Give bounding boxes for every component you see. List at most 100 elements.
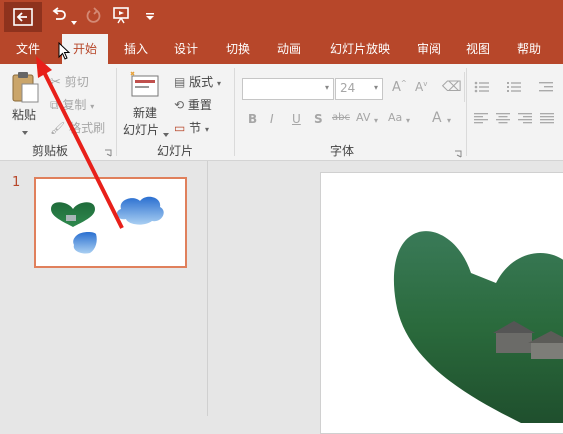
tab-file[interactable]: 文件 bbox=[6, 34, 50, 64]
paste-dropdown[interactable] bbox=[22, 124, 28, 138]
font-size-value: 24 bbox=[340, 81, 356, 95]
redo-button[interactable] bbox=[84, 6, 102, 29]
align-center-icon bbox=[496, 113, 510, 124]
chevron-down-icon bbox=[71, 21, 77, 25]
group-divider bbox=[234, 68, 235, 156]
justify-icon bbox=[540, 113, 554, 124]
present-from-start-icon bbox=[113, 7, 129, 24]
character-spacing-button[interactable]: AV bbox=[356, 111, 370, 124]
dialog-launcher-icon bbox=[455, 150, 462, 158]
clipboard-dialog-launcher[interactable] bbox=[104, 146, 112, 160]
tab-review[interactable]: 审阅 bbox=[407, 34, 451, 64]
reset-label: 重置 bbox=[187, 98, 212, 112]
chevron-down-icon: ▾ bbox=[205, 125, 210, 134]
tab-transitions[interactable]: 切换 bbox=[216, 34, 260, 64]
tab-insert[interactable]: 插入 bbox=[114, 34, 158, 64]
reset-button[interactable]: ⟲ 重置 bbox=[174, 96, 212, 113]
cut-button[interactable]: ✂ 剪切 bbox=[50, 73, 89, 90]
format-painter-label: 格式刷 bbox=[69, 121, 106, 135]
font-dialog-launcher[interactable] bbox=[454, 147, 462, 161]
numbering-icon bbox=[507, 82, 521, 92]
increase-font-size-button[interactable]: A^ bbox=[392, 80, 407, 95]
reset-icon: ⟲ bbox=[174, 98, 185, 112]
decrease-font-size-icon: Av bbox=[415, 80, 428, 94]
chevron-down-icon: ▾ bbox=[373, 83, 378, 92]
decrease-indent-button[interactable] bbox=[538, 80, 554, 97]
bold-button[interactable]: B bbox=[248, 112, 257, 126]
brush-icon: 🖌 bbox=[50, 121, 66, 135]
customize-toolbar-button[interactable] bbox=[145, 10, 155, 24]
new-slide-label-line1: 新建 bbox=[133, 106, 158, 120]
bullets-button[interactable] bbox=[474, 80, 490, 97]
align-left-button[interactable] bbox=[474, 112, 488, 127]
indent-icon bbox=[539, 82, 553, 92]
numbering-button[interactable] bbox=[506, 80, 522, 97]
clipboard-icon bbox=[12, 72, 39, 103]
new-slide-icon bbox=[130, 71, 159, 97]
tab-design[interactable]: 设计 bbox=[164, 34, 208, 64]
italic-button[interactable]: I bbox=[270, 112, 274, 126]
present-from-start-button[interactable] bbox=[112, 6, 132, 29]
new-slide-dropdown[interactable] bbox=[163, 126, 169, 140]
change-case-button[interactable]: Aa bbox=[388, 111, 402, 124]
section-label: 节 bbox=[189, 121, 202, 135]
section-icon: ▭ bbox=[174, 121, 186, 135]
back-button[interactable] bbox=[4, 2, 42, 32]
layout-button[interactable]: ▤ 版式 ▾ bbox=[174, 73, 221, 90]
undo-dropdown[interactable] bbox=[71, 14, 77, 25]
paste-label: 粘贴 bbox=[12, 108, 37, 122]
decrease-font-size-button[interactable]: Av bbox=[415, 80, 427, 94]
chevron-down-icon bbox=[22, 131, 28, 135]
section-button[interactable]: ▭ 节 ▾ bbox=[174, 119, 209, 136]
undo-icon bbox=[52, 7, 66, 20]
panel-divider bbox=[207, 161, 208, 416]
tab-animations[interactable]: 动画 bbox=[267, 34, 311, 64]
copy-icon: ⧉ bbox=[50, 98, 59, 112]
justify-button[interactable] bbox=[540, 112, 554, 127]
slide-thumbnail[interactable] bbox=[34, 177, 187, 268]
slide-editor-canvas[interactable] bbox=[320, 172, 563, 434]
chevron-down-icon: ▾ bbox=[217, 79, 222, 88]
font-name-combobox[interactable]: ▾ bbox=[242, 78, 334, 100]
dialog-launcher-icon bbox=[105, 149, 112, 157]
slides-group-label: 幻灯片 bbox=[157, 144, 194, 158]
group-divider bbox=[466, 68, 467, 156]
clear-formatting-icon: ⌫ bbox=[442, 79, 462, 95]
format-painter-button[interactable]: 🖌 格式刷 bbox=[50, 119, 105, 136]
increase-font-size-icon: A^ bbox=[392, 80, 407, 96]
new-slide-label-line2: 幻灯片 bbox=[123, 123, 160, 137]
chevron-down-icon: ▾ bbox=[324, 83, 329, 92]
slide-number: 1 bbox=[12, 175, 21, 190]
align-right-icon bbox=[518, 113, 532, 124]
tab-slide-show[interactable]: 幻灯片放映 bbox=[322, 34, 398, 64]
clipboard-group-label: 剪贴板 bbox=[32, 144, 69, 158]
layout-label: 版式 bbox=[189, 75, 214, 89]
underline-button[interactable]: U bbox=[292, 112, 301, 126]
clear-formatting-button[interactable]: ⌫ bbox=[442, 79, 462, 95]
copy-button[interactable]: ⧉ 复制 ▾ bbox=[50, 96, 94, 113]
shadow-button[interactable]: S bbox=[314, 112, 323, 126]
align-center-button[interactable] bbox=[496, 112, 510, 127]
chevron-down-icon[interactable]: ▾ bbox=[447, 116, 451, 125]
undo-button[interactable] bbox=[50, 6, 68, 29]
font-group-label: 字体 bbox=[330, 144, 355, 158]
chevron-down-icon bbox=[163, 133, 169, 137]
paste-button[interactable] bbox=[10, 70, 40, 107]
align-right-button[interactable] bbox=[518, 112, 532, 127]
group-divider bbox=[464, 72, 465, 102]
bullets-icon bbox=[474, 81, 489, 93]
mouse-cursor-icon bbox=[58, 42, 71, 60]
font-size-combobox[interactable]: 24 ▾ bbox=[335, 78, 383, 100]
back-arrow-icon bbox=[13, 8, 33, 26]
chevron-down-icon[interactable]: ▾ bbox=[406, 116, 410, 125]
chevron-down-icon[interactable]: ▾ bbox=[374, 116, 378, 125]
font-color-button[interactable]: A bbox=[432, 110, 442, 126]
copy-label: 复制 bbox=[62, 98, 87, 112]
scissors-icon: ✂ bbox=[50, 75, 61, 90]
redo-icon bbox=[86, 7, 101, 23]
heart-picture[interactable] bbox=[321, 173, 563, 433]
strikethrough-button[interactable]: abc bbox=[332, 112, 350, 123]
tab-help[interactable]: 帮助 bbox=[507, 34, 551, 64]
tab-view[interactable]: 视图 bbox=[456, 34, 500, 64]
new-slide-button[interactable] bbox=[128, 70, 162, 103]
